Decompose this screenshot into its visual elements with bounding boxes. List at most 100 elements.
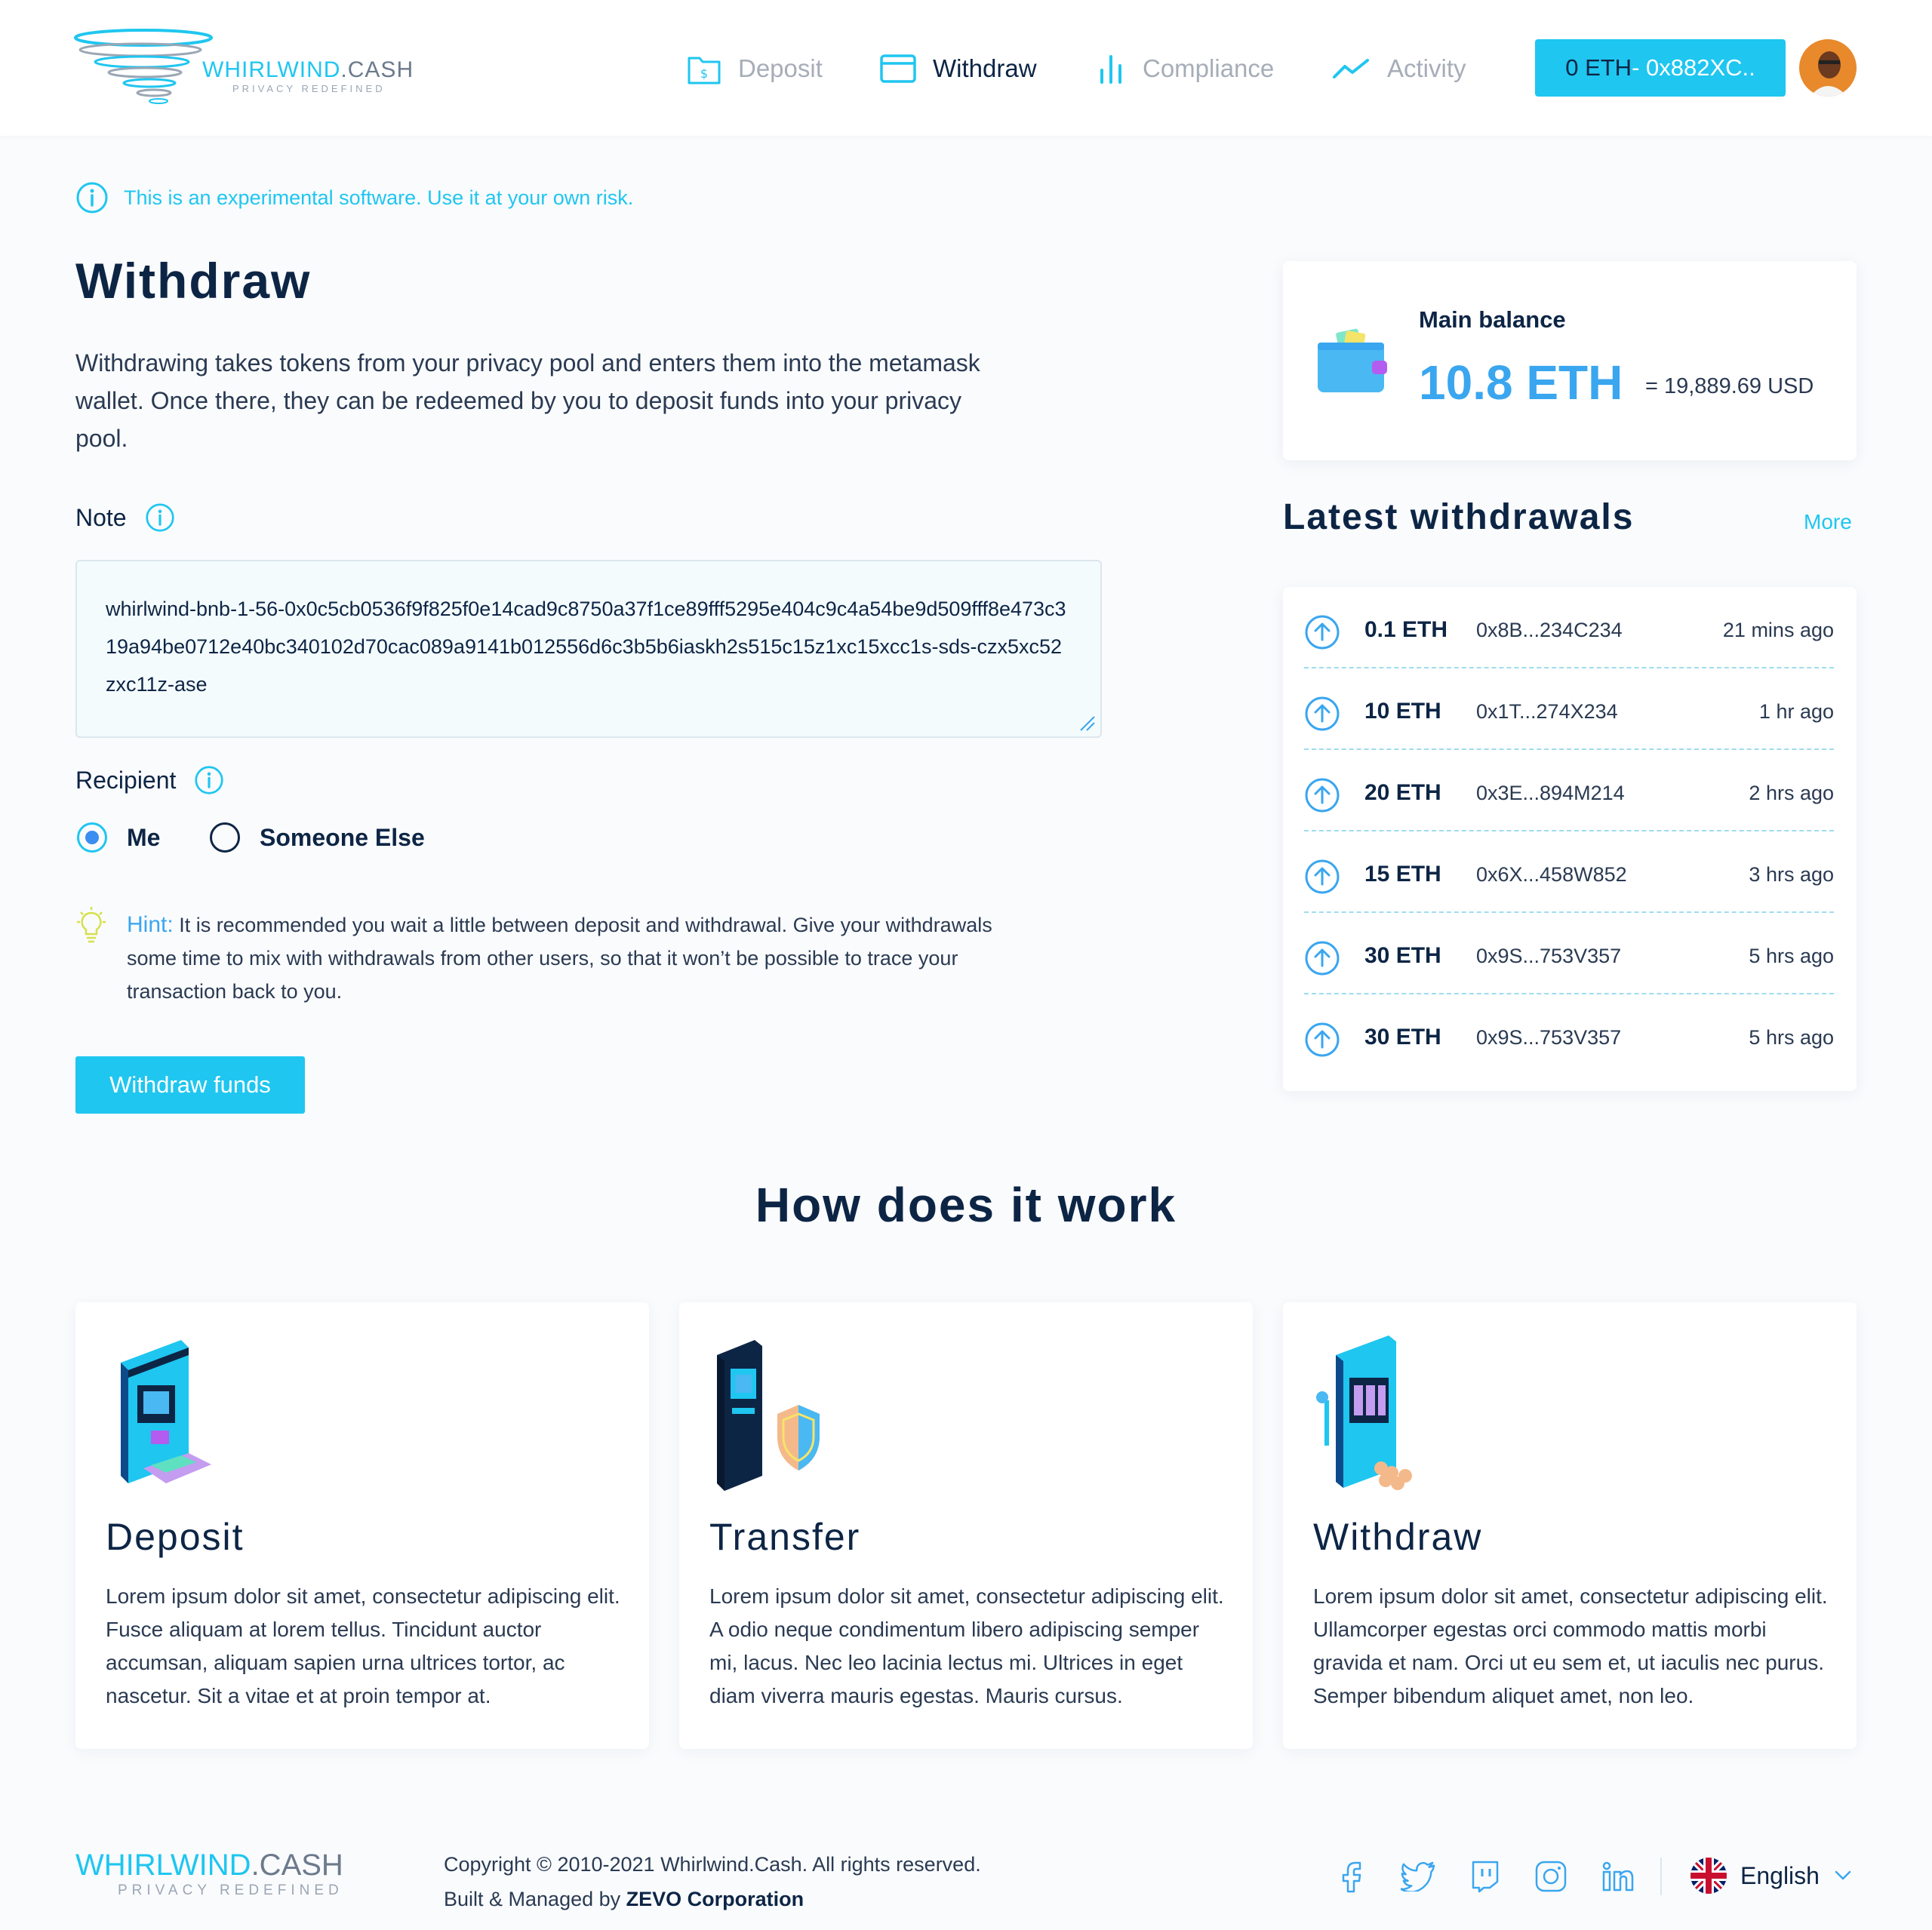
twitch-icon[interactable] [1467, 1859, 1502, 1894]
built-by-text: Built & Managed by [444, 1888, 626, 1910]
note-value: whirlwind-bnb-1-56-0x0c5cb0536f9f825f0e1… [106, 598, 1066, 696]
wallet-address: - 0x882XC.. [1632, 54, 1755, 81]
more-link[interactable]: More [1804, 510, 1852, 534]
radio-unselected-icon[interactable] [210, 822, 240, 853]
resize-handle-icon[interactable] [1078, 714, 1096, 732]
withdrawal-amount: 30 ETH [1364, 1025, 1441, 1050]
withdrawal-address: 0x9S...753V357 [1476, 1026, 1622, 1049]
tornado-icon [74, 29, 213, 104]
language-selector[interactable]: English [1690, 1858, 1851, 1894]
recipient-label-text: Recipient [75, 766, 177, 794]
social-links [1334, 1859, 1666, 1894]
withdrawal-address: 0x6X...458W852 [1476, 863, 1627, 886]
copyright-text: Copyright © 2010-2021 Whirlwind.Cash. Al… [444, 1853, 981, 1876]
linkedin-icon[interactable] [1600, 1859, 1635, 1894]
footer-logo[interactable]: WHIRLWIND.CASH PRIVACY REDEFINED [75, 1849, 343, 1899]
footer-brand-part1: WHIRLWIND [75, 1849, 251, 1882]
corp-link[interactable]: ZEVO Corporation [626, 1888, 804, 1910]
nav-deposit-label: Deposit [738, 54, 823, 82]
nav-withdraw[interactable]: Withdraw [880, 50, 1037, 88]
svg-text:$: $ [700, 66, 708, 81]
arrow-up-circle-icon [1305, 778, 1340, 813]
bar-chart-icon [1100, 55, 1121, 84]
recipient-label: Recipient [75, 765, 224, 795]
footer-tagline: PRIVACY REDEFINED [118, 1882, 343, 1898]
footer-brand-part2: .CASH [251, 1849, 343, 1882]
withdrawal-address: 0x1T...274X234 [1476, 700, 1618, 723]
balance-usd: = 19,889.69 USD [1645, 374, 1814, 398]
withdrawal-time: 2 hrs ago [1749, 782, 1834, 804]
latest-withdrawals-title: Latest withdrawals [1283, 497, 1635, 537]
radio-selected-icon[interactable] [77, 822, 107, 853]
list-item[interactable]: 10 ETH 0x1T...274X234 1 hr ago [1304, 668, 1834, 750]
list-item[interactable]: 20 ETH 0x3E...894M214 2 hrs ago [1304, 750, 1834, 831]
nav-compliance[interactable]: Compliance [1099, 50, 1274, 88]
list-item[interactable]: 30 ETH 0x9S...753V357 5 hrs ago [1304, 913, 1834, 994]
instagram-icon[interactable] [1534, 1859, 1568, 1894]
radio-me-label: Me [127, 823, 161, 851]
page-description: Withdrawing takes tokens from your priva… [75, 349, 980, 452]
nav-compliance-label: Compliance [1143, 54, 1275, 82]
how-card-transfer: Transfer Lorem ipsum dolor sit amet, con… [679, 1302, 1253, 1749]
user-avatar-icon [1799, 39, 1857, 97]
arrow-up-circle-icon [1305, 696, 1340, 731]
withdrawal-address: 0x3E...894M214 [1476, 782, 1625, 804]
atm-deposit-illustration [121, 1340, 211, 1483]
arrow-up-circle-icon [1305, 941, 1340, 976]
wallet-icon [1318, 328, 1387, 392]
how-it-works-title: How does it work [755, 1178, 1177, 1232]
withdrawal-address: 0x9S...753V357 [1476, 945, 1622, 967]
withdrawal-amount: 30 ETH [1364, 943, 1441, 968]
hint-body: It is recommended you wait a little betw… [127, 914, 992, 1003]
withdraw-funds-button[interactable]: Withdraw funds [75, 1056, 305, 1114]
slot-machine-illustration [1316, 1335, 1412, 1490]
recipient-radio-me[interactable]: Me [77, 822, 160, 853]
withdrawal-amount: 10 ETH [1364, 699, 1441, 724]
how-card-deposit-text: Lorem ipsum dolor sit amet, consectetur … [106, 1584, 620, 1707]
how-card-transfer-text: Lorem ipsum dolor sit amet, consectetur … [709, 1584, 1224, 1707]
recipient-info-icon[interactable] [194, 765, 224, 795]
recipient-radio-someone-else[interactable]: Someone Else [210, 822, 425, 853]
how-card-transfer-title: Transfer [709, 1516, 861, 1558]
footer-copyright: Copyright © 2010-2021 Whirlwind.Cash. Al… [444, 1847, 981, 1916]
brand-tagline: PRIVACY REDEFINED [232, 83, 386, 94]
page-title: Withdraw [75, 253, 312, 309]
nav-deposit[interactable]: $ Deposit [687, 50, 823, 88]
withdrawal-time: 3 hrs ago [1749, 863, 1834, 886]
withdrawal-address: 0x8B...234C234 [1476, 619, 1623, 641]
withdrawal-time: 1 hr ago [1758, 700, 1834, 723]
list-item[interactable]: 0.1 ETH 0x8B...234C234 21 mins ago [1304, 587, 1834, 668]
main-balance-card: Main balance 10.8 ETH = 19,889.69 USD [1283, 261, 1857, 460]
wallet-dollar-icon: $ [688, 57, 721, 85]
twitter-icon[interactable] [1401, 1859, 1435, 1894]
arrow-up-circle-icon [1305, 615, 1340, 650]
experimental-notice: This is an experimental software. Use it… [75, 181, 633, 214]
note-label-text: Note [75, 503, 127, 531]
built-by-line: Built & Managed by ZEVO Corporation [444, 1882, 981, 1916]
list-item[interactable]: 15 ETH 0x6X...458W852 3 hrs ago [1304, 831, 1834, 913]
hint-label: Hint: [127, 912, 174, 937]
withdrawal-amount: 15 ETH [1364, 862, 1441, 887]
footer-divider [1660, 1858, 1662, 1895]
note-textarea[interactable]: whirlwind-bnb-1-56-0x0c5cb0536f9f825f0e1… [75, 560, 1102, 738]
brand-name-part2: .CASH [340, 57, 414, 82]
withdrawal-time: 5 hrs ago [1749, 945, 1834, 967]
avatar[interactable] [1799, 39, 1857, 97]
lightbulb-icon [77, 907, 106, 943]
arrow-up-circle-icon [1305, 859, 1340, 894]
note-info-icon[interactable] [145, 502, 175, 533]
balance-amount: 10.8 ETH [1419, 355, 1623, 410]
card-icon [880, 54, 916, 83]
nav-withdraw-label: Withdraw [933, 54, 1037, 82]
top-header: WHIRLWIND.CASH PRIVACY REDEFINED $ Depos… [0, 0, 1932, 136]
list-item[interactable]: 30 ETH 0x9S...753V357 5 hrs ago [1304, 994, 1834, 1076]
how-card-deposit-title: Deposit [106, 1516, 245, 1558]
chevron-down-icon [1835, 1870, 1851, 1880]
facebook-icon[interactable] [1334, 1859, 1369, 1894]
trend-line-icon [1333, 59, 1369, 78]
notice-text: This is an experimental software. Use it… [124, 186, 634, 209]
brand-logo[interactable]: WHIRLWIND.CASH PRIVACY REDEFINED [74, 27, 414, 110]
nav-activity[interactable]: Activity [1333, 50, 1466, 88]
wallet-connect-button[interactable]: 0 ETH - 0x882XC.. [1535, 39, 1786, 97]
brand-name-part1: WHIRLWIND [202, 57, 341, 82]
